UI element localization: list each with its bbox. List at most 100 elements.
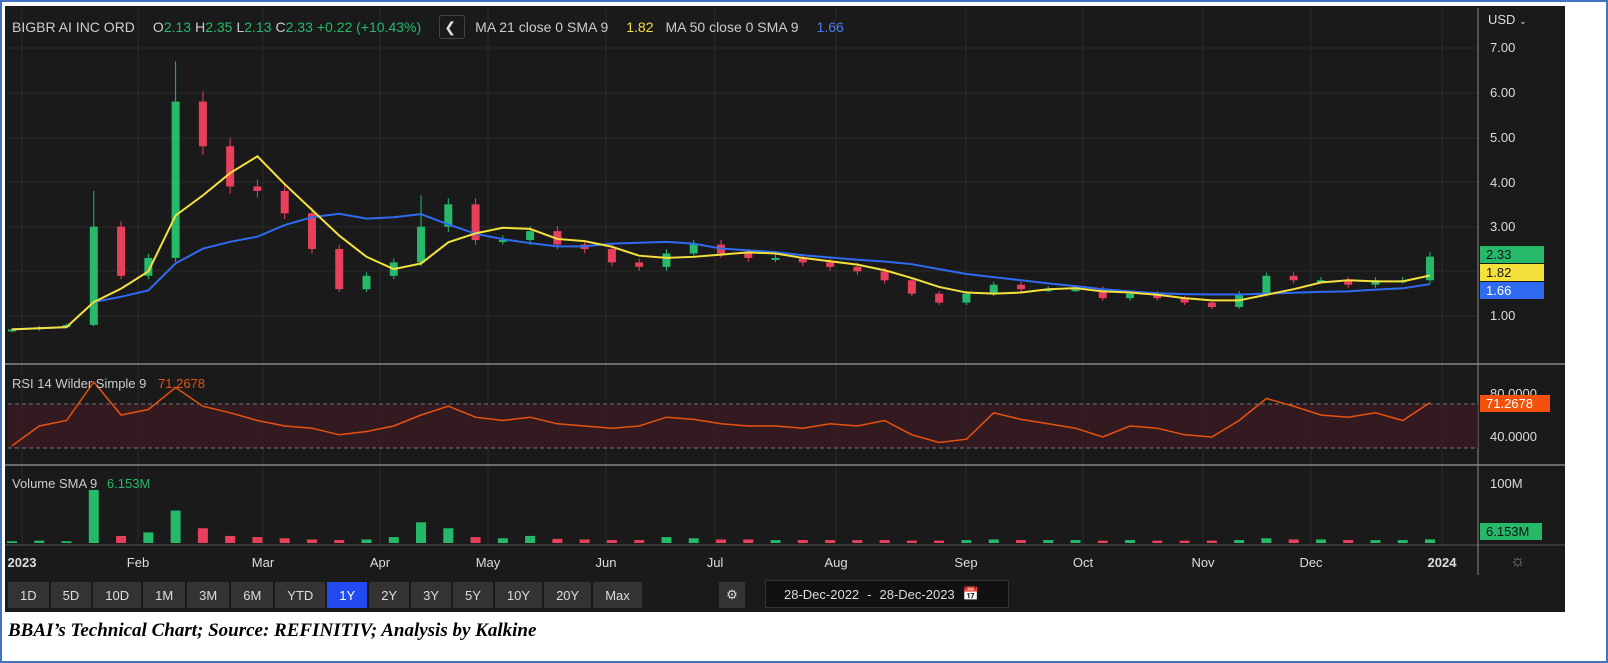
price-tick: 7.00	[1490, 40, 1516, 55]
candle-body	[744, 253, 753, 258]
volume-bar	[416, 522, 427, 543]
volume-bar	[1315, 539, 1326, 543]
volume-bar	[225, 535, 236, 543]
range-button-1m[interactable]: 1M	[143, 582, 186, 608]
symbol-name: BIGBR AI INC ORD	[12, 19, 135, 35]
volume-bar	[961, 540, 972, 543]
x-axis-label: Oct	[1072, 555, 1094, 570]
settings-sun-icon[interactable]: ☼	[1510, 551, 1526, 571]
volume-bar	[988, 539, 999, 543]
change-value: +0.22 (+10.43%)	[316, 19, 422, 35]
chart-canvas[interactable]	[0, 0, 1608, 663]
candle-body	[935, 293, 944, 303]
price-tick: 1.00	[1490, 308, 1516, 323]
volume-bar	[7, 541, 17, 543]
volume-bar	[906, 540, 917, 543]
range-button-20y[interactable]: 20Y	[544, 582, 592, 608]
candle-body	[335, 248, 344, 290]
range-button-10y[interactable]: 10Y	[494, 582, 543, 608]
volume-tag: 6.153M	[1480, 523, 1542, 540]
volume-bar	[743, 539, 754, 543]
close-price-tag: 2.33	[1480, 246, 1544, 263]
volume-legend: Volume SMA 9 6.153M	[12, 476, 151, 491]
range-toolbar: 1D 5D 10D 1M 3M 6M YTD 1Y 2Y 3Y 5Y 10Y 20Y Max	[8, 582, 642, 608]
volume-bar	[1425, 539, 1435, 543]
range-button-3m[interactable]: 3M	[187, 582, 230, 608]
candle-body	[662, 253, 671, 267]
volume-bar	[1206, 540, 1217, 543]
candle-body	[635, 262, 644, 267]
volume-bar	[470, 537, 481, 543]
candle-body	[226, 146, 235, 187]
volume-bar	[688, 538, 699, 543]
candle-body	[607, 248, 616, 263]
close-value: 2.33	[285, 19, 313, 35]
price-tick: 4.00	[1490, 175, 1516, 190]
candle-body	[417, 226, 426, 263]
volume-bar	[197, 528, 208, 543]
x-axis-label: Jul	[706, 555, 724, 570]
range-button-max[interactable]: Max	[593, 582, 642, 608]
candle-body	[853, 266, 862, 272]
range-button-ytd[interactable]: YTD	[275, 582, 326, 608]
rsi-legend: RSI 14 Wilder Simple 9 71.2678	[12, 376, 206, 391]
range-button-3y[interactable]: 3Y	[411, 582, 452, 608]
volume-bar	[1125, 540, 1136, 543]
volume-bar	[116, 535, 127, 543]
volume-bar	[1397, 540, 1408, 543]
volume-bar	[579, 539, 590, 543]
candle-body	[362, 275, 371, 290]
volume-bar	[1097, 540, 1108, 543]
chevron-left-icon: ❮	[444, 18, 457, 35]
volume-tick: 100M	[1490, 476, 1523, 491]
candle-body	[880, 271, 889, 281]
candle-body	[826, 262, 835, 267]
candle-body	[771, 257, 780, 260]
volume-bar	[525, 535, 536, 543]
ma21-value: 1.82	[626, 19, 654, 35]
date-range-picker[interactable]: 28-Dec-2022 - 28-Dec-2023 📅	[765, 580, 1009, 608]
volume-bar	[1234, 540, 1245, 543]
candle-body	[1126, 293, 1135, 299]
ma21-label[interactable]: MA 21 close 0 SMA 9	[475, 19, 608, 35]
x-axis-label: Aug	[824, 555, 848, 570]
volume-bar	[143, 532, 154, 543]
chart-settings-button[interactable]: ⚙	[719, 582, 745, 608]
volume-bar	[797, 540, 808, 543]
candle-body	[117, 226, 126, 276]
ma50-label[interactable]: MA 50 close 0 SMA 9	[665, 19, 798, 35]
volume-bar	[716, 539, 726, 543]
volume-bar	[443, 528, 454, 543]
volume-bar	[1152, 540, 1163, 543]
volume-bar	[934, 540, 945, 543]
range-button-10d[interactable]: 10D	[93, 582, 142, 608]
volume-bar	[825, 540, 836, 543]
range-button-5y[interactable]: 5Y	[453, 582, 493, 608]
candle-body	[907, 280, 916, 294]
volume-bar	[661, 537, 672, 543]
volume-value: 6.153M	[106, 476, 151, 491]
x-axis-label: Dec	[1299, 555, 1323, 570]
range-button-2y[interactable]: 2Y	[369, 582, 410, 608]
candle-body	[89, 226, 98, 325]
currency-selector[interactable]: USD ⌄	[1488, 12, 1527, 27]
calendar-icon: 📅	[962, 586, 979, 601]
collapse-legend-button[interactable]: ❮	[439, 15, 466, 39]
caption: BBAI’s Technical Chart; Source: REFINITI…	[8, 620, 537, 641]
volume-bar	[770, 540, 781, 543]
volume-bar	[279, 538, 290, 543]
volume-bar	[1370, 540, 1381, 543]
candle-body	[1016, 284, 1025, 290]
low-value: 2.13	[244, 19, 272, 35]
price-tick: 6.00	[1490, 85, 1516, 100]
volume-bar	[334, 540, 345, 543]
range-button-5d[interactable]: 5D	[50, 582, 92, 608]
range-button-1d[interactable]: 1D	[8, 582, 49, 608]
volume-bar	[252, 537, 263, 543]
range-button-6m[interactable]: 6M	[231, 582, 274, 608]
candle-body	[1262, 275, 1271, 294]
candle-body	[1071, 289, 1080, 292]
candle-body	[989, 284, 998, 294]
rsi-tick: 40.0000	[1490, 429, 1537, 444]
range-button-1y[interactable]: 1Y	[327, 582, 368, 608]
